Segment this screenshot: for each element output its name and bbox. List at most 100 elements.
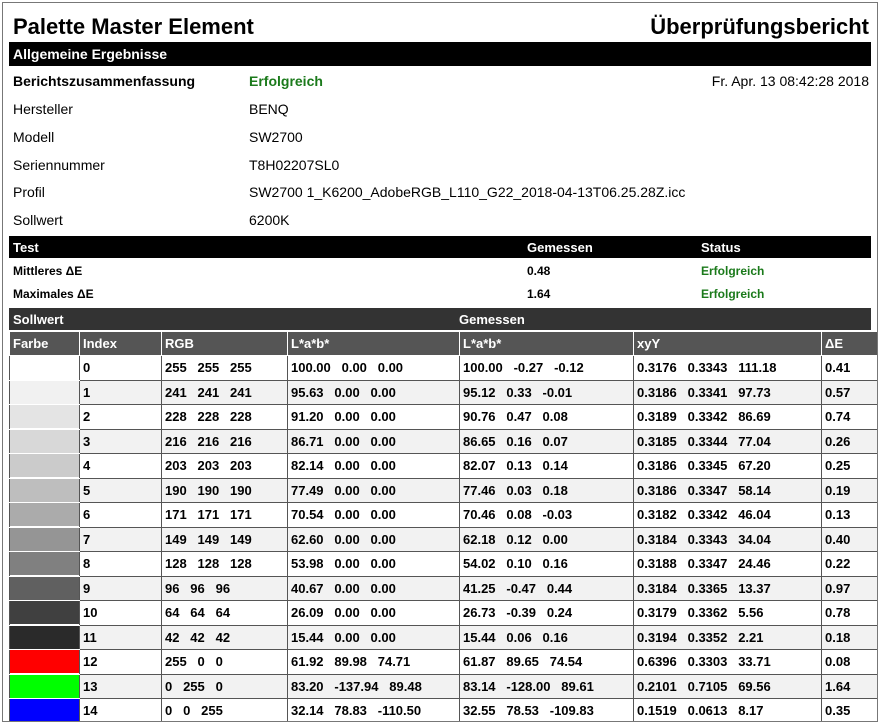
color-swatch bbox=[10, 674, 79, 698]
test-name: Mittleres ΔE bbox=[13, 263, 83, 278]
general-section-title: Allgemeine Ergebnisse bbox=[13, 46, 168, 62]
delta-e-cell: 0.25 bbox=[821, 453, 877, 479]
test-row-mean: Mittleres ΔE 0.48 Erfolgreich bbox=[9, 259, 871, 282]
lab-target-cell: 82.14 0.00 0.00 bbox=[287, 453, 460, 479]
table-row: 7 149 149 149 62.60 0.00 0.00 62.18 0.12 0.… bbox=[9, 526, 877, 552]
lab-target-cell: 32.14 78.83 -110.50 bbox=[287, 698, 460, 721]
color-swatch-cell bbox=[9, 649, 80, 675]
lab-target-cell: 53.98 0.00 0.00 bbox=[287, 551, 460, 577]
color-swatch bbox=[10, 478, 79, 502]
col-header-xyy: xyY bbox=[633, 331, 822, 356]
test-row-max: Maximales ΔE 1.64 Erfolgreich bbox=[9, 282, 871, 305]
xyy-cell: 0.3189 0.3342 86.69 bbox=[633, 404, 822, 430]
index-cell: 10 bbox=[79, 600, 162, 626]
color-swatch-cell bbox=[9, 698, 80, 721]
delta-e-cell: 0.57 bbox=[821, 379, 877, 405]
delta-e-cell: 0.13 bbox=[821, 502, 877, 528]
col-header-color: Farbe bbox=[9, 331, 80, 356]
patch-table-header: Farbe Index RGB L*a*b* L*a*b* xyY ΔE bbox=[9, 331, 877, 356]
color-swatch-cell bbox=[9, 355, 80, 381]
index-cell: 5 bbox=[79, 477, 162, 503]
patch-group-header: Sollwert Gemessen bbox=[9, 308, 871, 330]
lab-measured-cell: 100.00 -0.27 -0.12 bbox=[459, 355, 634, 381]
index-cell: 1 bbox=[79, 379, 162, 405]
color-swatch-cell bbox=[9, 453, 80, 479]
xyy-cell: 0.3185 0.3344 77.04 bbox=[633, 428, 822, 454]
info-row-target: Sollwert 6200K bbox=[13, 206, 869, 234]
summary-status: Erfolgreich bbox=[249, 72, 323, 89]
xyy-cell: 0.3186 0.3347 58.14 bbox=[633, 477, 822, 503]
col-header-rgb: RGB bbox=[161, 331, 288, 356]
lab-target-cell: 100.00 0.00 0.00 bbox=[287, 355, 460, 381]
rgb-cell: 0 255 0 bbox=[161, 673, 288, 699]
col-header-delta-e: ΔE bbox=[821, 331, 877, 356]
color-swatch bbox=[10, 454, 79, 478]
lab-measured-cell: 61.87 89.65 74.54 bbox=[459, 649, 634, 675]
index-cell: 7 bbox=[79, 526, 162, 552]
delta-e-cell: 0.22 bbox=[821, 551, 877, 577]
index-cell: 3 bbox=[79, 428, 162, 454]
color-swatch-cell bbox=[9, 428, 80, 454]
rgb-cell: 216 216 216 bbox=[161, 428, 288, 454]
xyy-cell: 0.3186 0.3345 67.20 bbox=[633, 453, 822, 479]
xyy-cell: 0.3176 0.3343 111.18 bbox=[633, 355, 822, 381]
measured-col-header: Gemessen bbox=[527, 239, 593, 255]
xyy-cell: 0.6396 0.3303 33.71 bbox=[633, 649, 822, 675]
lab-target-cell: 26.09 0.00 0.00 bbox=[287, 600, 460, 626]
report-frame: Palette Master Element Überprüfungsberic… bbox=[2, 2, 878, 722]
xyy-cell: 0.3188 0.3347 24.46 bbox=[633, 551, 822, 577]
lab-target-cell: 70.54 0.00 0.00 bbox=[287, 502, 460, 528]
color-swatch-cell bbox=[9, 551, 80, 577]
test-value: 0.48 bbox=[527, 263, 551, 278]
info-row-model: Modell SW2700 bbox=[13, 123, 869, 151]
rgb-cell: 171 171 171 bbox=[161, 502, 288, 528]
lab-target-cell: 95.63 0.00 0.00 bbox=[287, 379, 460, 405]
table-row: 5 190 190 190 77.49 0.00 0.00 77.46 0.03 0.… bbox=[9, 477, 877, 503]
col-header-lab-measured: L*a*b* bbox=[459, 331, 634, 356]
delta-e-cell: 0.18 bbox=[821, 624, 877, 650]
patch-table: Farbe Index RGB L*a*b* L*a*b* xyY ΔE 0 25… bbox=[9, 331, 877, 721]
report-title: Überprüfungsbericht bbox=[650, 14, 869, 39]
table-row: 10 64 64 64 26.09 0.00 0.00 26.73 -0.39 0.2… bbox=[9, 600, 877, 626]
color-swatch bbox=[10, 527, 79, 551]
table-row: 13 0 255 0 83.20 -137.94 89.48 83.14 -128.0… bbox=[9, 673, 877, 699]
test-name: Maximales ΔE bbox=[13, 286, 94, 301]
delta-e-cell: 0.78 bbox=[821, 600, 877, 626]
table-row: 11 42 42 42 15.44 0.00 0.00 15.44 0.06 0.16… bbox=[9, 624, 877, 650]
test-col-header: Test bbox=[13, 239, 39, 255]
index-cell: 6 bbox=[79, 502, 162, 528]
color-swatch-cell bbox=[9, 404, 80, 430]
col-header-lab-target: L*a*b* bbox=[287, 331, 460, 356]
title-row: Palette Master Element Überprüfungsberic… bbox=[13, 12, 869, 42]
lab-measured-cell: 83.14 -128.00 89.61 bbox=[459, 673, 634, 699]
delta-e-cell: 0.74 bbox=[821, 404, 877, 430]
lab-measured-cell: 70.46 0.08 -0.03 bbox=[459, 502, 634, 528]
color-swatch-cell bbox=[9, 502, 80, 528]
lab-target-cell: 61.92 89.98 74.71 bbox=[287, 649, 460, 675]
table-row: 8 128 128 128 53.98 0.00 0.00 54.02 0.10 0.… bbox=[9, 551, 877, 577]
xyy-cell: 0.3186 0.3341 97.73 bbox=[633, 379, 822, 405]
delta-e-cell: 0.41 bbox=[821, 355, 877, 381]
lab-measured-cell: 77.46 0.03 0.18 bbox=[459, 477, 634, 503]
xyy-cell: 0.1519 0.0613 8.17 bbox=[633, 698, 822, 721]
rgb-cell: 203 203 203 bbox=[161, 453, 288, 479]
table-row: 1 241 241 241 95.63 0.00 0.00 95.12 0.33 -0… bbox=[9, 379, 877, 405]
test-value: 1.64 bbox=[527, 286, 551, 301]
index-cell: 13 bbox=[79, 673, 162, 699]
summary-label: Berichtszusammenfassung bbox=[13, 72, 196, 89]
index-cell: 2 bbox=[79, 404, 162, 430]
table-row: 0 255 255 255 100.00 0.00 0.00 100.00 -0.27… bbox=[9, 355, 877, 381]
color-swatch-cell bbox=[9, 526, 80, 552]
xyy-cell: 0.3184 0.3365 13.37 bbox=[633, 575, 822, 601]
lab-target-cell: 77.49 0.00 0.00 bbox=[287, 477, 460, 503]
color-swatch bbox=[10, 356, 79, 380]
measured-group-label: Gemessen bbox=[459, 311, 525, 327]
lab-measured-cell: 32.55 78.53 -109.83 bbox=[459, 698, 634, 721]
color-swatch bbox=[10, 429, 79, 453]
xyy-cell: 0.3182 0.3342 46.04 bbox=[633, 502, 822, 528]
info-value: T8H02207SL0 bbox=[249, 156, 340, 173]
color-swatch bbox=[10, 625, 79, 649]
info-label: Modell bbox=[13, 128, 55, 145]
info-value: BENQ bbox=[249, 100, 289, 117]
rgb-cell: 228 228 228 bbox=[161, 404, 288, 430]
